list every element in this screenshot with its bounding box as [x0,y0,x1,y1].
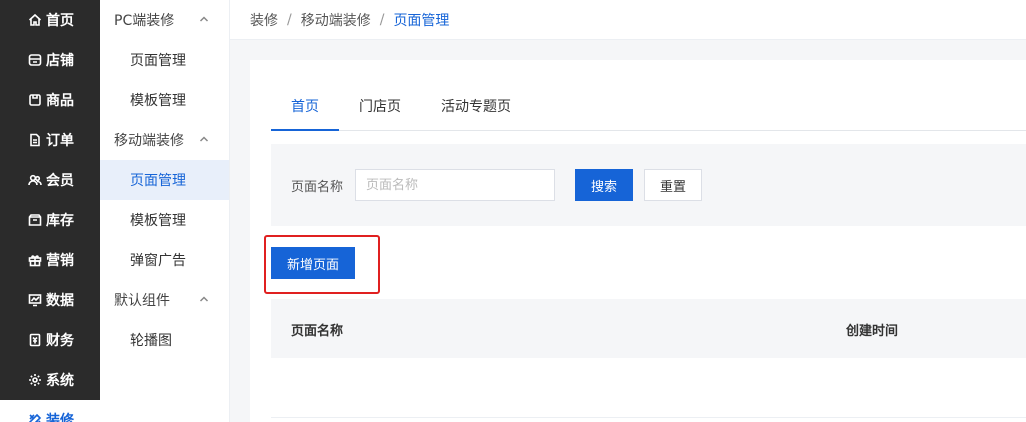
settings-icon [28,373,42,387]
chevron-up-icon [199,12,209,28]
nav-item-order[interactable]: 订单 [0,120,100,160]
finance-icon [28,333,42,347]
breadcrumb-item[interactable]: 移动端装修 [301,10,371,30]
nav-item-label: 商品 [46,93,74,109]
nav-item-label: 财务 [46,333,74,349]
nav-group-label: 默认组件 [114,293,170,309]
main-card: 首页 门店页 活动专题页 页面名称 搜索 重置 新增页面 页面名称 创建时间 [250,60,1026,422]
nav-item-label: 系统 [46,373,74,389]
nav-item-label: 数据 [46,293,74,309]
breadcrumb-item[interactable]: 装修 [250,10,278,30]
product-icon [28,93,42,107]
nav-group-label: PC端装修 [114,13,175,29]
nav-group-mobile-decoration[interactable]: 移动端装修 [100,120,229,160]
search-button[interactable]: 搜索 [575,169,634,201]
nav-item-label: 店铺 [46,53,74,69]
nav-sub-carousel[interactable]: 轮播图 [100,320,229,360]
chevron-up-icon [199,132,209,148]
breadcrumb-separator: / [287,11,292,28]
primary-sidebar: 首页 店铺 商品 订单 会员 库存 营销 数据 财务 系统 装修 [0,0,100,422]
page-name-label: 页面名称 [291,179,344,195]
table-header: 页面名称 创建时间 [271,299,1026,358]
gift-icon [28,253,42,267]
nav-item-system[interactable]: 系统 [0,360,100,400]
breadcrumb-separator: / [379,11,385,28]
filter-bar: 页面名称 搜索 重置 [271,144,1026,226]
nav-sub-pc-page-management[interactable]: 页面管理 [100,40,229,80]
column-header-page-name: 页面名称 [291,324,344,339]
nav-item-label: 装修 [46,413,74,422]
chevron-up-icon [199,292,209,308]
nav-group-default-components[interactable]: 默认组件 [100,280,229,320]
nav-item-inventory[interactable]: 库存 [0,200,100,240]
decorate-icon [28,413,42,422]
secondary-sidebar: PC端装修 页面管理 模板管理 移动端装修 页面管理 模板管理 弹窗广告 默认组… [100,0,230,422]
nav-sub-mobile-template-management[interactable]: 模板管理 [100,200,229,240]
home-icon [28,13,42,27]
inventory-icon [28,213,42,227]
nav-sub-popup-ads[interactable]: 弹窗广告 [100,240,229,280]
breadcrumb-current: 页面管理 [393,12,450,29]
nav-item-label: 营销 [46,253,74,269]
nav-item-label: 会员 [46,173,74,189]
nav-group-label: 移动端装修 [114,133,184,149]
tab-campaign-page[interactable]: 活动专题页 [421,96,531,131]
nav-item-store[interactable]: 店铺 [0,40,100,80]
tab-store-page[interactable]: 门店页 [339,96,421,131]
nav-item-home[interactable]: 首页 [0,0,100,40]
nav-item-marketing[interactable]: 营销 [0,240,100,280]
nav-item-product[interactable]: 商品 [0,80,100,120]
reset-button[interactable]: 重置 [644,169,703,201]
breadcrumb: 装修 / 移动端装修 / 页面管理 [230,0,1026,40]
nav-item-label: 首页 [46,13,74,29]
nav-group-pc-decoration[interactable]: PC端装修 [100,0,229,40]
nav-item-finance[interactable]: 财务 [0,320,100,360]
table-body [271,358,1026,418]
order-icon [28,133,42,147]
nav-item-label: 订单 [46,133,74,149]
nav-item-decorate[interactable]: 装修 [0,400,100,422]
page-type-tabs: 首页 门店页 活动专题页 [271,96,1026,131]
tab-home[interactable]: 首页 [271,96,339,131]
nav-item-data[interactable]: 数据 [0,280,100,320]
add-page-button[interactable]: 新增页面 [271,247,355,279]
nav-item-member[interactable]: 会员 [0,160,100,200]
column-header-created-time: 创建时间 [846,324,899,339]
app-root: 首页 店铺 商品 订单 会员 库存 营销 数据 财务 系统 装修 PC端装修 页… [0,0,1026,422]
store-icon [28,53,42,67]
chart-icon [28,293,42,307]
page-name-input[interactable] [355,169,556,201]
member-icon [28,173,42,187]
nav-item-label: 库存 [46,213,74,229]
nav-sub-pc-template-management[interactable]: 模板管理 [100,80,229,120]
nav-sub-mobile-page-management[interactable]: 页面管理 [100,160,229,200]
